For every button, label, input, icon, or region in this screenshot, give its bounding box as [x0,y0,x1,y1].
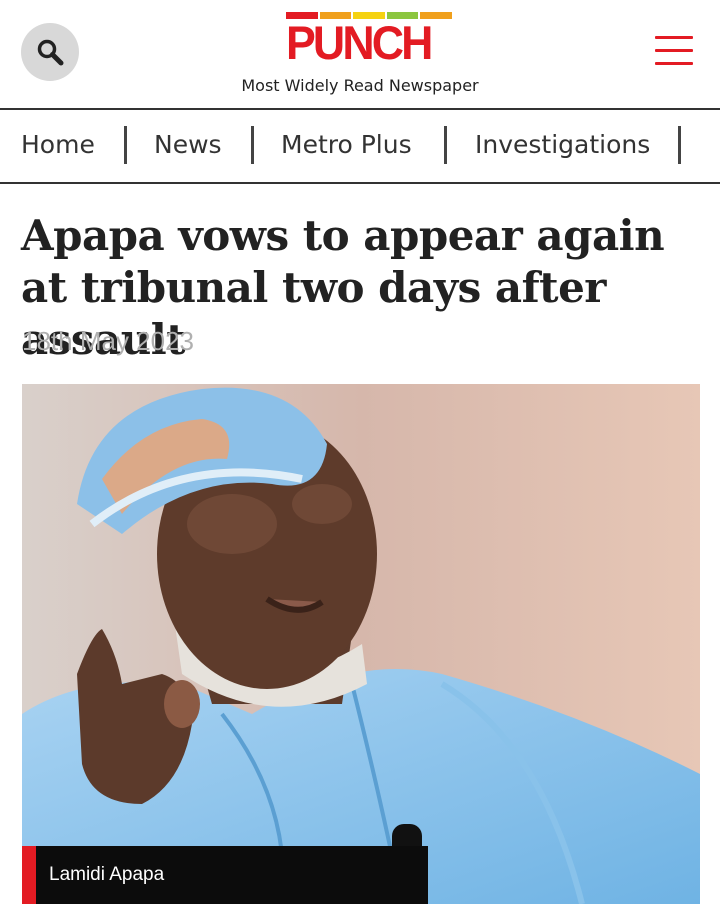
nav-item-metro-plus[interactable]: Metro Plus [281,130,412,159]
nav-separator [251,126,254,164]
caption-text: Lamidi Apapa [49,864,165,885]
article-date: 18th May 2023 [22,326,195,356]
search-icon [37,39,64,66]
nav-item-investigations[interactable]: Investigations [475,130,650,159]
nav-separator [444,126,447,164]
logo-text: PUNCH [286,16,433,69]
main-nav: Home News Metro Plus Investigations [0,110,720,184]
article-photo[interactable] [22,384,700,904]
caption-accent-bar [22,846,36,904]
portrait-illustration [22,384,700,904]
punch-logo[interactable]: PUNCH [286,12,452,66]
site-header: PUNCH Most Widely Read Newspaper [0,0,720,110]
nav-item-news[interactable]: News [154,130,222,159]
nav-item-home[interactable]: Home [21,130,95,159]
menu-button[interactable] [655,34,693,66]
nav-separator [124,126,127,164]
search-button[interactable] [21,23,79,81]
photo-caption: Lamidi Apapa [22,846,428,904]
tagline: Most Widely Read Newspaper [241,76,479,95]
nav-separator [678,126,681,164]
hamburger-menu-icon [655,36,693,39]
